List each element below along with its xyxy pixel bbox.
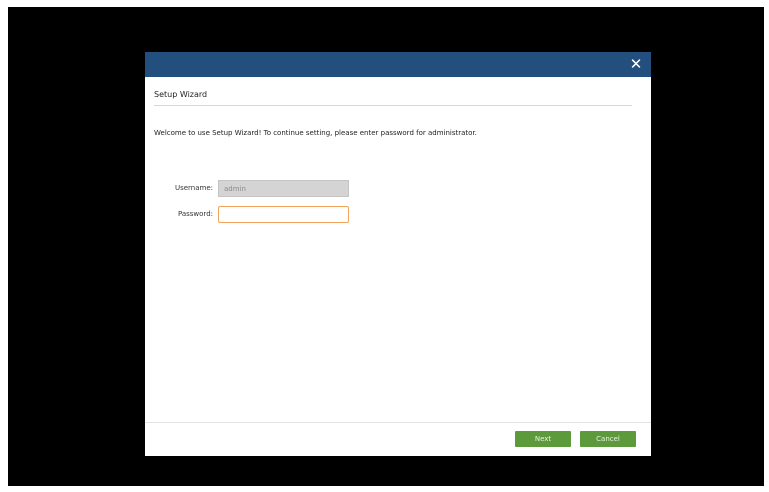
password-field[interactable] [218, 206, 349, 223]
dialog-titlebar: ✕ [145, 52, 651, 77]
username-field[interactable] [218, 180, 349, 197]
intro-text: Welcome to use Setup Wizard! To continue… [154, 129, 477, 137]
backdrop: ✕ Setup Wizard Welcome to use Setup Wiza… [8, 7, 764, 486]
heading-divider [154, 105, 632, 106]
username-label: Username: [174, 184, 213, 192]
footer-divider [145, 422, 651, 423]
cancel-button[interactable]: Cancel [580, 431, 636, 447]
password-label: Password: [177, 210, 213, 218]
close-icon[interactable]: ✕ [627, 55, 645, 73]
dialog-heading: Setup Wizard [154, 90, 208, 99]
next-button[interactable]: Next [515, 431, 571, 447]
setup-wizard-dialog: ✕ Setup Wizard Welcome to use Setup Wiza… [145, 52, 651, 456]
